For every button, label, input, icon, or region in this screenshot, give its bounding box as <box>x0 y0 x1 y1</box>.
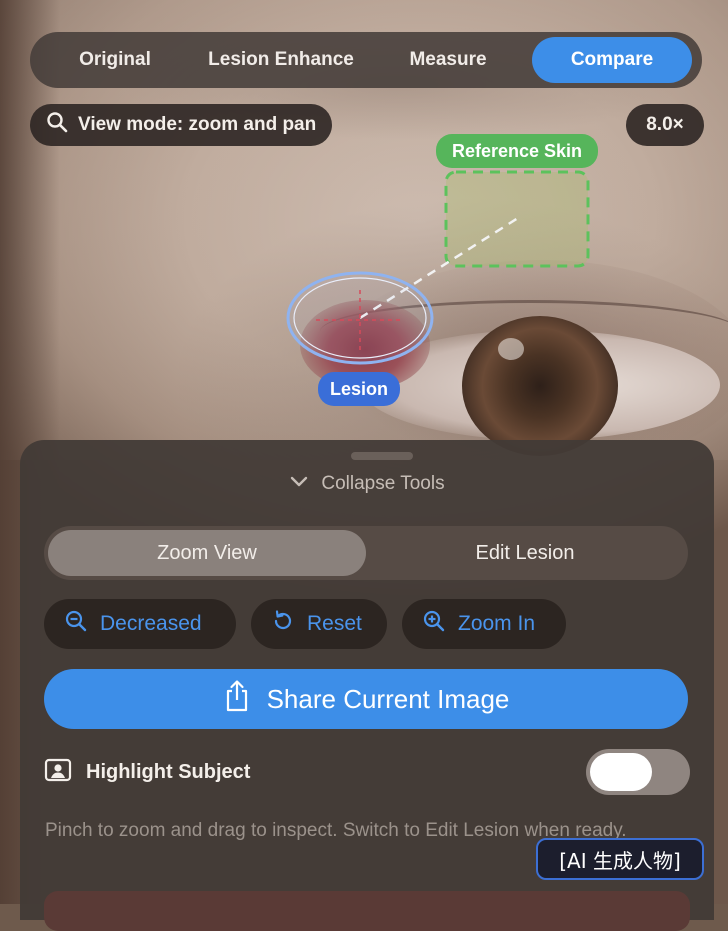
zoom-in-icon <box>422 609 446 639</box>
reference-skin-box[interactable] <box>444 170 590 268</box>
zoom-in-button[interactable]: Zoom In <box>402 599 566 649</box>
edit-lesion-option[interactable]: Edit Lesion <box>366 530 684 576</box>
reset-button[interactable]: Reset <box>251 599 387 649</box>
tab-original[interactable]: Original <box>36 37 194 83</box>
ai-generated-watermark: [AI 生成人物] <box>536 838 704 880</box>
tab-compare[interactable]: Compare <box>532 37 692 83</box>
toggle-knob <box>590 753 652 791</box>
highlight-subject-toggle[interactable] <box>586 749 690 795</box>
lesion-tag: Lesion <box>318 372 400 406</box>
highlight-subject-label: Highlight Subject <box>86 760 251 783</box>
zoom-level-badge: 8.0× <box>626 104 704 146</box>
chevron-down-icon <box>289 473 309 495</box>
tab-measure[interactable]: Measure <box>368 37 528 83</box>
decrease-zoom-button[interactable]: Decreased <box>44 599 236 649</box>
zoom-view-option[interactable]: Zoom View <box>48 530 366 576</box>
search-icon <box>46 111 68 139</box>
zoom-out-icon <box>64 609 88 639</box>
reset-label: Reset <box>307 612 362 635</box>
view-mode-indicator: View mode: zoom and pan <box>30 104 333 146</box>
rotate-ccw-icon <box>271 609 295 639</box>
share-label: Share Current Image <box>266 683 510 714</box>
view-mode-label: View mode: zoom and pan <box>78 114 317 135</box>
reference-skin-tag: Reference Skin <box>436 134 598 168</box>
partial-action-bar[interactable] <box>44 891 690 931</box>
decrease-zoom-label: Decreased <box>100 612 202 635</box>
share-icon <box>223 679 251 720</box>
mode-tab-bar: Original Lesion Enhance Measure Compare <box>30 32 702 88</box>
tab-lesion-enhance[interactable]: Lesion Enhance <box>194 37 368 83</box>
highlight-subject-row: Highlight Subject <box>44 748 690 796</box>
person-frame-icon <box>44 758 72 787</box>
mode-segmented-control: Zoom View Edit Lesion <box>44 526 688 580</box>
sheet-grabber[interactable] <box>351 452 413 460</box>
zoom-in-label: Zoom In <box>458 612 536 635</box>
share-current-image-button[interactable]: Share Current Image <box>44 669 688 729</box>
collapse-tools-button[interactable]: Collapse Tools <box>20 470 714 498</box>
collapse-tools-label: Collapse Tools <box>321 473 445 494</box>
